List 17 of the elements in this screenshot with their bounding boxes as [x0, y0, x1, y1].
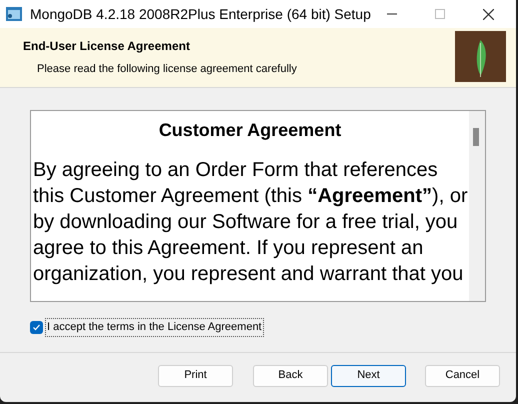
scrollbar-thumb[interactable] [473, 128, 479, 146]
accept-label[interactable]: I accept the terms in the License Agreement [45, 318, 264, 336]
leaf-logo [455, 31, 506, 82]
dialog-button[interactable]: Print [158, 364, 233, 386]
dialog-button[interactable]: Next [331, 364, 406, 386]
accept-checkbox[interactable] [30, 320, 43, 334]
scrollbar[interactable] [469, 111, 485, 301]
checkmark-icon [32, 322, 41, 332]
page-subtitle: Please read the following license agreement carefully [36, 62, 297, 77]
dialog-button[interactable]: Cancel [425, 364, 500, 386]
window-title: MongoDB 4.2.18 2008R2Plus Enterprise (64 bit) Setup [30, 4, 371, 24]
license-heading: Customer Agreement [158, 119, 342, 142]
app-icon [6, 7, 22, 21]
license-paragraph: By agreeing to an Order Form that references this Customer Agreement (this “Agreement”), or by downloading our Software for a free trial, you agree to this Agreement. If you represent an organization, you represent and warrant that you [33, 158, 468, 287]
close-icon[interactable] [483, 8, 494, 20]
dialog-button[interactable]: Back [253, 364, 328, 386]
page-title: End-User License Agreement [23, 38, 191, 55]
